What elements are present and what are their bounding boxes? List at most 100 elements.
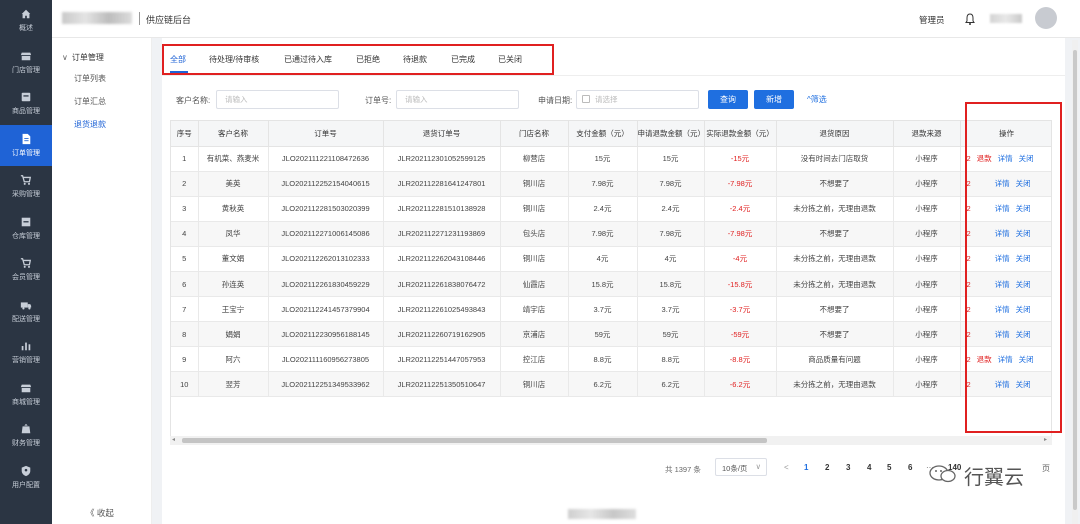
nav-item-cart[interactable]: 采购管理 [0,166,52,207]
query-button[interactable]: 查询 [708,90,748,109]
nav-item-user-config[interactable]: 用户配置 [0,457,52,498]
cell-source: 小程序 [893,196,961,222]
table-row: 5 董文娟 JLO202112262013102333 JLR202112262043… [171,246,1051,272]
avatar[interactable] [1035,7,1057,29]
cell-store: 柳营店 [500,146,569,172]
cell-actual: -7.98元 [704,221,777,247]
sub-nav-item-order-summary[interactable]: 订单汇总 [74,96,106,107]
truck-icon [20,301,32,310]
nav-item-order[interactable]: 订单管理 [0,124,52,166]
nav-item-warehouse[interactable]: 仓库管理 [0,208,52,249]
cell-customer: 美英 [198,171,269,197]
footer-blurred [568,509,636,519]
nav-item-chart[interactable]: 营销管理 [0,332,52,373]
cell-source: 小程序 [893,321,961,348]
cell-source: 小程序 [893,171,961,197]
nav-item-product[interactable]: 商品管理 [0,83,52,124]
cell-reason: 未分拣之前，无理由退款 [776,246,894,272]
bell-icon[interactable] [963,12,977,26]
page-1[interactable]: 1 [804,463,808,472]
filter-toggle[interactable]: ^筛选 [807,94,827,105]
cell-apply: 4元 [637,246,705,272]
cell-actual: -7.98元 [704,171,777,197]
cell-return-order: JLR202112261025493843 [383,296,501,323]
chevron-down-icon: ∨ [755,462,762,471]
scroll-right-icon[interactable]: ▸ [1044,436,1047,443]
scrollbar-thumb[interactable] [182,438,767,443]
page-scrollbar-thumb[interactable] [1073,50,1077,510]
cell-paid: 3.7元 [568,296,638,323]
cell-reason: 没有时间去门店取货 [776,146,894,172]
page-6[interactable]: 6 [908,463,912,472]
cell-return-order: JLR202112301052599125 [383,146,501,172]
cell-store: 仙霞店 [500,271,569,298]
store-icon [20,52,32,60]
cell-store: 铜川店 [500,371,569,398]
table-row: 2 美英 JLO202112252154040615 JLR2021122816412… [171,171,1051,197]
nav-item-finance[interactable]: 财务管理 [0,415,52,456]
nav-item-truck[interactable]: 配送管理 [0,291,52,332]
cell-return-order: JLR202112261838076472 [383,271,501,298]
cell-no: 3 [171,196,199,222]
page-2[interactable]: 2 [825,463,829,472]
cell-paid: 7.98元 [568,171,638,197]
prev-page-icon[interactable]: < [784,463,789,472]
chevron-down-icon: ∨ [62,53,68,62]
cell-source: 小程序 [893,271,961,298]
nav-item-member[interactable]: 会员管理 [0,249,52,290]
cell-paid: 4元 [568,246,638,272]
double-chevron-left-icon: 《 [86,508,97,518]
sub-nav-item-returns[interactable]: 退货退款 [74,119,106,130]
cell-return-order: JLR202112281641247801 [383,171,501,197]
cell-reason: 商品质量有问题 [776,346,894,373]
cell-customer: 孙连英 [198,271,269,298]
cell-customer: 黄秋英 [198,196,269,222]
nav-item-label: 会员管理 [12,274,40,281]
home-icon [21,9,31,19]
cell-apply: 3.7元 [637,296,705,323]
wechat-icon [929,465,956,483]
page-size-select[interactable]: 10条/页 ∨ [715,458,767,476]
scroll-left-icon[interactable]: ◂ [172,436,175,443]
page-3[interactable]: 3 [846,463,850,472]
date-input[interactable] [576,90,699,109]
nav-item-label: 财务管理 [12,440,40,447]
main-panel: 全部 待处理/待审核 已通过待入库 已拒绝 待退款 已完成 已关闭 客户名称: … [162,38,1065,524]
horizontal-scrollbar[interactable]: ◂ ▸ [170,436,1052,445]
nav-item-label: 采购管理 [12,191,40,198]
user-role[interactable]: 管理员 [919,14,945,26]
cell-store: 靖宇店 [500,296,569,323]
cell-source: 小程序 [893,346,961,373]
cell-reason: 未分拣之前，无理由退款 [776,371,894,398]
nav-item-label: 订单管理 [12,149,40,157]
nav-item-home[interactable]: 概述 [0,0,52,41]
collapse-button[interactable]: 《 收起 [86,507,114,519]
main-nav: 概述 门店管理商品管理订单管理采购管理仓库管理会员管理配送管理 营销管理 商城管理财务… [0,0,52,524]
table-header: 序号 客户名称 订单号 退货订单号 门店名称 支付金额（元） 申请退款金额（元） 实际退款金额… [171,121,1051,147]
nav-item-label: 商品管理 [12,108,40,115]
cell-order: JLO202112230956188145 [268,321,384,348]
cell-reason: 不想要了 [776,221,894,247]
customer-input[interactable] [216,90,339,109]
nav-item-mall[interactable]: 商城管理 [0,374,52,415]
customer-label: 客户名称: [176,96,211,105]
cell-customer: 阿六 [198,346,269,373]
cell-paid: 59元 [568,321,638,348]
sub-nav-item-order-list[interactable]: 订单列表 [74,73,106,84]
sub-nav-group[interactable]: ∨ 订单管理 [62,52,104,63]
finance-icon [21,423,31,434]
cell-apply: 15.8元 [637,271,705,298]
user-name-blurred[interactable] [990,14,1022,23]
cell-order: JLO202111221108472636 [268,146,384,172]
cell-no: 5 [171,246,199,272]
cell-apply: 59元 [637,321,705,348]
order-input[interactable] [396,90,519,109]
page-5[interactable]: 5 [887,463,891,472]
nav-item-label: 仓库管理 [12,232,40,240]
cell-no: 9 [171,346,199,373]
add-button[interactable]: 新增 [754,90,794,109]
cell-paid: 2.4元 [568,196,638,222]
nav-item-store[interactable]: 门店管理 [0,42,52,83]
page-4[interactable]: 4 [867,463,871,472]
cell-return-order: JLR202112281510138928 [383,196,501,222]
